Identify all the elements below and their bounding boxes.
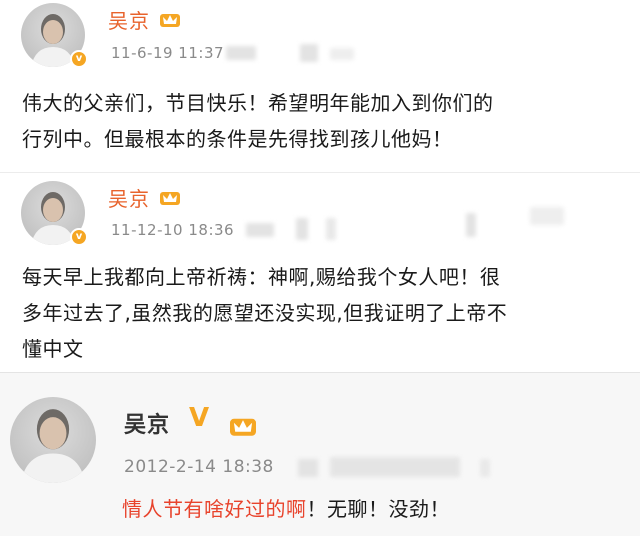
post-content: 情人节有啥好过的啊！无聊！没劲！	[122, 491, 450, 527]
post-text-highlight: 情人节有啥好过的啊	[122, 497, 307, 521]
post-timestamp[interactable]: 2012-2-14 18:38	[124, 457, 274, 477]
post-text-line: 多年过去了,虽然我的愿望还没实现,但我证明了上帝不	[22, 301, 508, 325]
redacted-source	[326, 218, 336, 240]
username[interactable]: 吴京	[108, 5, 150, 34]
post-timestamp[interactable]: 11-6-19 11:37	[111, 44, 224, 62]
crown-badge-icon	[159, 186, 181, 206]
post-content: 伟大的父亲们，节目快乐！希望明年能加入到你们的 行列中。但最根本的条件是先得找到…	[22, 85, 494, 157]
username[interactable]: 吴京	[124, 407, 170, 439]
post-timestamp[interactable]: 11-12-10 18:36	[111, 221, 234, 239]
username[interactable]: 吴京	[108, 183, 150, 212]
post-text-line: 行列中。但最根本的条件是先得找到孩儿他妈！	[22, 127, 453, 151]
weibo-post-1: v 吴京 11-6-19 11:37 伟大的父亲们，节目快乐！希望明年能加入到你…	[0, 0, 640, 172]
post-text-line: 伟大的父亲们，节目快乐！希望明年能加入到你们的	[22, 91, 494, 115]
redacted-source	[330, 48, 354, 60]
redacted-source	[466, 213, 476, 237]
post-text: ！无聊！没劲！	[306, 497, 450, 521]
avatar[interactable]	[10, 397, 96, 483]
crown-badge-icon	[228, 411, 258, 437]
post-text-line: 懂中文	[22, 337, 84, 361]
weibo-post-2: v 吴京 11-12-10 18:36 每天早上我都向上帝祈祷：神啊,赐给我个女…	[0, 172, 640, 373]
redacted-source	[480, 459, 490, 477]
redacted-source	[300, 44, 318, 62]
redacted-source	[246, 223, 274, 237]
post-text-line: 每天早上我都向上帝祈祷：神啊,赐给我个女人吧！很	[22, 265, 501, 289]
redacted-source	[298, 459, 318, 477]
verified-v-icon: V	[189, 403, 210, 433]
post-content: 每天早上我都向上帝祈祷：神啊,赐给我个女人吧！很 多年过去了,虽然我的愿望还没实…	[22, 259, 507, 367]
verified-badge-icon: v	[70, 228, 88, 246]
avatar-portrait-icon	[20, 409, 86, 483]
redacted-source	[226, 46, 256, 60]
redacted-source	[296, 218, 308, 240]
weibo-post-3: 吴京 V 2012-2-14 18:38 情人节有啥好过的啊！无聊！没劲！	[0, 372, 640, 536]
redacted-source	[530, 207, 564, 225]
crown-badge-icon	[159, 8, 181, 28]
redacted-source	[330, 457, 460, 477]
verified-badge-icon: v	[70, 50, 88, 68]
